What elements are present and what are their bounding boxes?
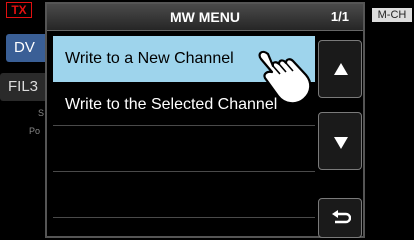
triangle-down-icon [334, 137, 348, 149]
menu-header: MW MENU 1/1 [47, 4, 363, 31]
s-meter-label: S [38, 108, 45, 118]
memory-channel-tag: M-CH [372, 8, 412, 22]
scroll-controls [318, 34, 362, 238]
scroll-down-button[interactable] [318, 112, 362, 170]
scroll-up-button[interactable] [318, 40, 362, 98]
menu-item-empty [53, 176, 315, 218]
tx-indicator: TX [6, 2, 32, 18]
pointing-hand-icon [258, 50, 312, 105]
menu-item-label: Write to the Selected Channel [65, 96, 278, 113]
page-indicator: 1/1 [330, 9, 349, 24]
menu-item-empty [53, 130, 315, 172]
po-meter-label: Po [29, 126, 41, 136]
back-button[interactable] [318, 198, 362, 238]
triangle-up-icon [334, 63, 348, 75]
menu-title: MW MENU [170, 9, 240, 25]
menu-item-label: Write to a New Channel [65, 50, 234, 67]
return-arrow-icon [332, 210, 351, 224]
mw-menu-dialog: MW MENU 1/1 Write to a New Channel Write… [45, 2, 365, 238]
